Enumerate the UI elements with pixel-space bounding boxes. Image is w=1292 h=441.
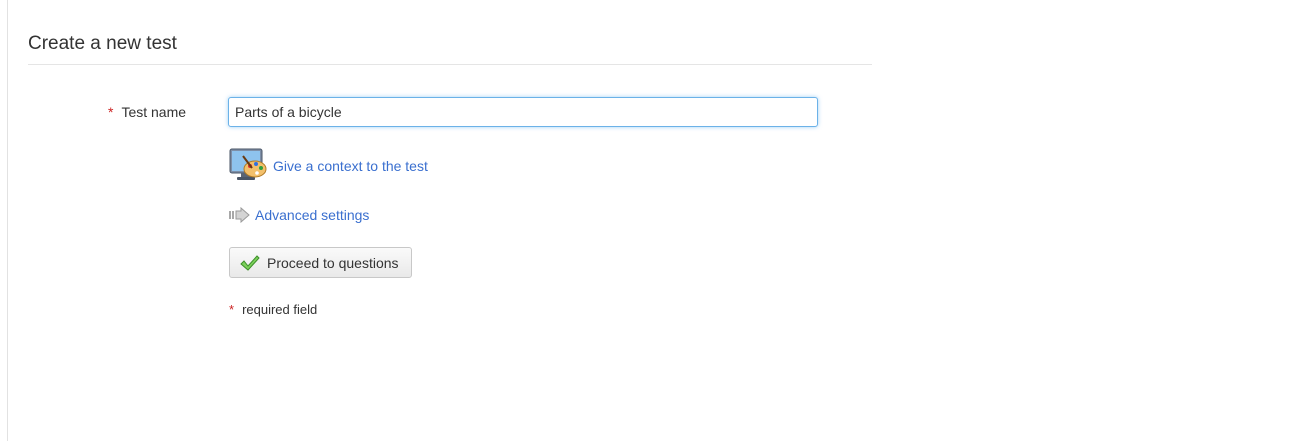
left-border: [7, 0, 8, 441]
required-field-note: * required field: [229, 302, 317, 317]
palette-monitor-icon[interactable]: [229, 148, 269, 184]
checkmark-icon: [240, 254, 260, 272]
test-name-input[interactable]: [228, 97, 818, 127]
required-note-asterisk: *: [229, 302, 235, 317]
page-title: Create a new test: [28, 33, 177, 54]
proceed-button-label: Proceed to questions: [267, 254, 399, 271]
advanced-settings-link[interactable]: Advanced settings: [255, 207, 369, 223]
required-asterisk: *: [108, 104, 114, 120]
advanced-settings-row[interactable]: Advanced settings: [229, 205, 369, 225]
proceed-to-questions-button[interactable]: Proceed to questions: [229, 247, 412, 278]
context-link-row[interactable]: Give a context to the test: [229, 148, 428, 184]
title-divider: [28, 64, 872, 65]
required-note-text: required field: [242, 302, 318, 317]
test-name-label-text: Test name: [121, 104, 187, 120]
test-name-label: * Test name: [108, 104, 186, 120]
give-context-link[interactable]: Give a context to the test: [273, 158, 428, 174]
arrow-right-icon[interactable]: [229, 206, 253, 224]
